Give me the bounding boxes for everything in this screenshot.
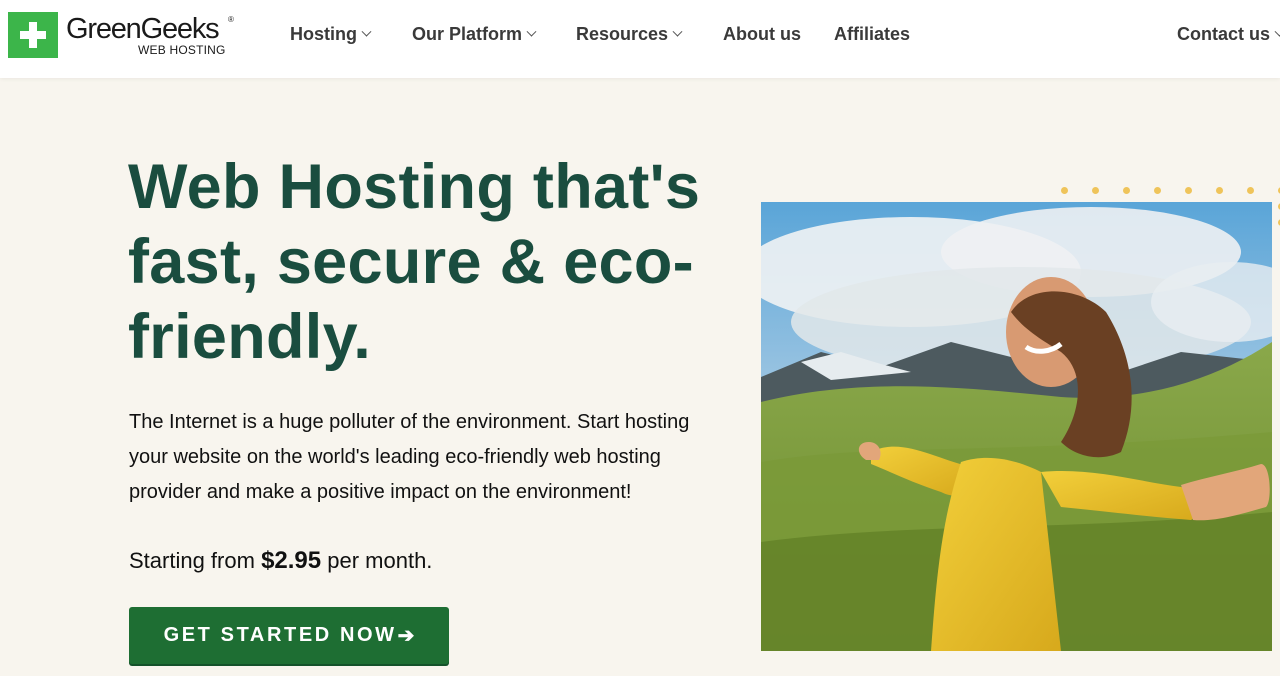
hero-title: Web Hosting that's fast, secure & eco-fr… (128, 152, 701, 372)
chevron-down-icon (526, 26, 537, 37)
arrow-right-icon: ➔ (397, 625, 415, 647)
decorative-dot (1123, 187, 1130, 194)
get-started-button[interactable]: GET STARTED NOW ➔ (129, 607, 449, 664)
site-header: GreenGeeks ® WEB HOSTING Hosting Our Pla… (0, 0, 1280, 78)
nav-hosting[interactable]: Hosting (290, 22, 372, 46)
logo-subtitle: WEB HOSTING (138, 43, 226, 57)
logo-wordmark: GreenGeeks ® WEB HOSTING (66, 12, 234, 58)
price-suffix: per month. (327, 548, 433, 573)
nav-about-us[interactable]: About us (723, 22, 801, 46)
registered-mark: ® (228, 15, 234, 24)
nav-contact-us-label: Contact us (1177, 23, 1271, 44)
price-prefix: Starting from (129, 548, 255, 573)
price-value: $2.95 (261, 547, 322, 574)
nav-resources[interactable]: Resources (576, 22, 683, 46)
hero-photo (761, 202, 1272, 651)
nav-our-platform[interactable]: Our Platform (412, 22, 537, 46)
chevron-down-icon (672, 26, 683, 37)
chevron-down-icon (1274, 26, 1280, 37)
nav-our-platform-label: Our Platform (412, 23, 523, 44)
nav-affiliates[interactable]: Affiliates (834, 22, 910, 46)
hero-description: The Internet is a huge polluter of the e… (129, 411, 690, 503)
decorative-dot (1061, 187, 1068, 194)
starting-price: Starting from $2.95 per month. (129, 547, 432, 575)
nav-affiliates-label: Affiliates (834, 23, 911, 44)
plus-logo-icon (8, 12, 58, 58)
chevron-down-icon (361, 26, 372, 37)
logo-name: GreenGeeks (66, 13, 220, 45)
greengeeks-logo[interactable]: GreenGeeks ® WEB HOSTING (8, 12, 234, 58)
get-started-label: GET STARTED NOW (163, 624, 397, 646)
decorative-dot (1247, 187, 1254, 194)
decorative-dot (1185, 187, 1192, 194)
decorative-dot (1154, 187, 1161, 194)
nav-resources-label: Resources (576, 23, 669, 44)
nav-contact-us[interactable]: Contact us (1177, 22, 1280, 46)
nav-about-us-label: About us (723, 23, 801, 44)
nav-hosting-label: Hosting (290, 23, 357, 44)
decorative-dot (1216, 187, 1223, 194)
decorative-dot (1092, 187, 1099, 194)
